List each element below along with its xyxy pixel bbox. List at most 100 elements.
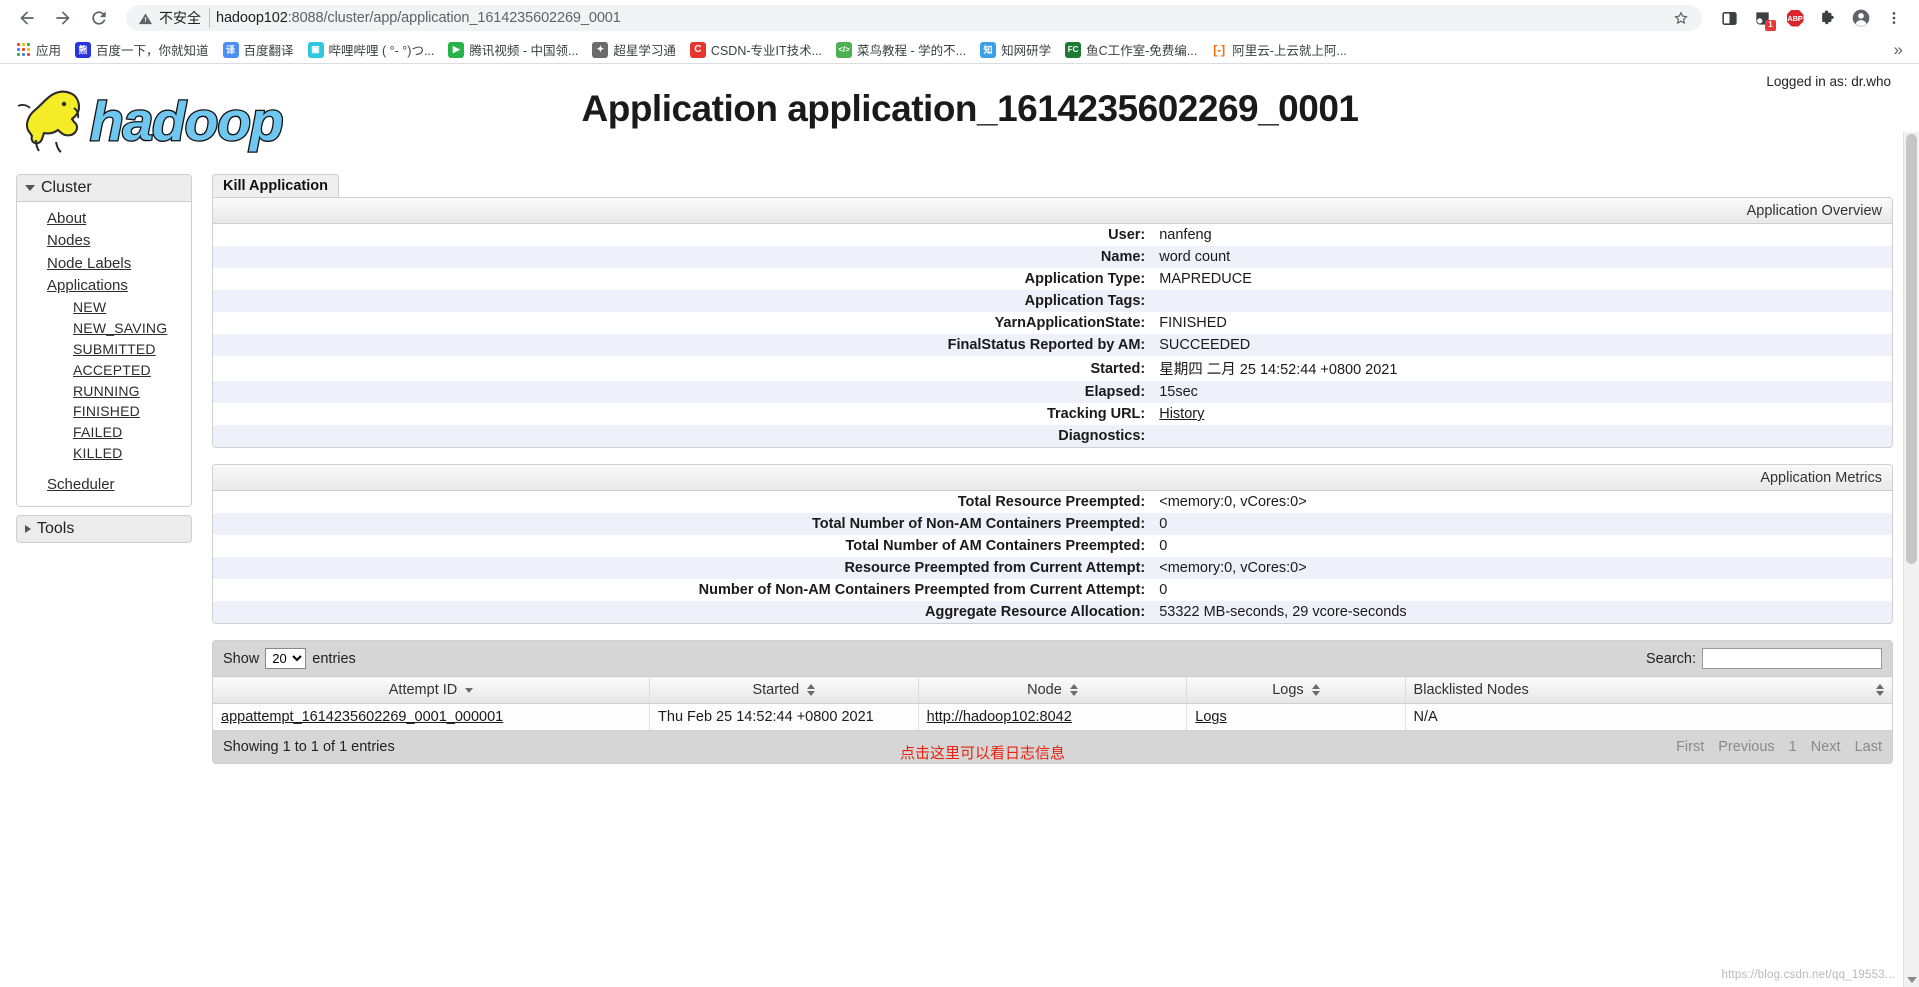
browser-chrome: 不安全 hadoop102:8088/cluster/app/applicati…	[0, 0, 1919, 64]
chaoxing-icon: ✦	[592, 41, 609, 58]
table-row: appattempt_1614235602269_0001_000001 Thu…	[213, 703, 1892, 730]
row-key: Name:	[1100, 249, 1146, 265]
fishc-icon: FC	[1065, 41, 1082, 58]
column-header-logs[interactable]: Logs	[1186, 676, 1406, 704]
pagination-next[interactable]: Next	[1811, 739, 1841, 755]
bookmark-item-baidu-translate[interactable]: 译 百度翻译	[216, 37, 301, 62]
sidebar-item-new-saving[interactable]: NEW_SAVING	[17, 318, 191, 339]
sidebar-item-nodes[interactable]: Nodes	[17, 230, 191, 252]
sidebar-section-tools[interactable]: Tools	[16, 515, 192, 544]
profile-avatar-icon[interactable]	[1846, 3, 1876, 33]
sidebar-item-about[interactable]: About	[17, 208, 191, 230]
baidu-icon: 熊	[75, 41, 92, 58]
extension-badge-icon[interactable]: 1	[1747, 3, 1777, 33]
vertical-scrollbar[interactable]	[1903, 132, 1919, 987]
column-header-node[interactable]: Node	[918, 676, 1188, 704]
chevron-down-icon	[25, 185, 35, 191]
column-label: Logs	[1272, 682, 1304, 698]
column-header-attempt-id[interactable]: Attempt ID	[213, 676, 651, 704]
extensions-puzzle-icon[interactable]	[1813, 3, 1843, 33]
sidebar-item-scheduler[interactable]: Scheduler	[17, 474, 191, 496]
bookmarks-bar: 应用 熊 百度一下，你就知道 译 百度翻译 ▣ 哔哩哔哩 ( °- °)つ...…	[0, 36, 1919, 64]
hadoop-logo[interactable]: hadoop	[12, 78, 330, 156]
table-row: Diagnostics:	[213, 425, 1892, 447]
bookmark-label: 鱼C工作室-免费编...	[1086, 44, 1198, 58]
tab-kill-application[interactable]: Kill Application	[212, 174, 339, 197]
svg-text:hadoop: hadoop	[90, 90, 283, 152]
logged-in-as: Logged in as: dr.who	[1766, 74, 1891, 89]
sidebar-item-new[interactable]: NEW	[17, 297, 191, 318]
column-header-blacklisted-nodes[interactable]: Blacklisted Nodes	[1405, 676, 1892, 704]
row-value: 15sec	[1159, 384, 1198, 400]
sidebar-item-killed[interactable]: KILLED	[17, 443, 191, 464]
bookmark-item-cnki[interactable]: 知 知网研学	[973, 37, 1058, 62]
tracking-url-link[interactable]: History	[1159, 406, 1204, 422]
pagination-page-1[interactable]: 1	[1789, 739, 1797, 755]
annotation-note: 点击这里可以看日志信息	[900, 745, 1066, 762]
row-value: <memory:0, vCores:0>	[1159, 560, 1307, 576]
bookmark-label: 超星学习通	[613, 44, 676, 58]
adblock-plus-icon[interactable]: ABP	[1780, 3, 1810, 33]
bookmark-label: 菜鸟教程 - 学的不...	[857, 44, 967, 58]
bookmark-label: 百度翻译	[243, 44, 294, 58]
bookmark-item-apps[interactable]: 应用	[8, 37, 68, 62]
table-row: Application Type: MAPREDUCE	[213, 268, 1892, 290]
sidebar-section-cluster[interactable]: Cluster	[16, 174, 192, 202]
url-port: :8088	[287, 10, 324, 26]
search-input[interactable]	[1702, 648, 1882, 669]
logs-link[interactable]: Logs	[1195, 709, 1226, 725]
bookmark-star-icon[interactable]	[1672, 9, 1690, 27]
sidebar-item-node-labels[interactable]: Node Labels	[17, 253, 191, 275]
bookmarks-overflow-icon[interactable]: »	[1886, 40, 1911, 60]
application-overview-table: User: nanfeng Name: word count Applicati…	[213, 224, 1892, 447]
forward-arrow-icon[interactable]	[46, 1, 80, 35]
datatable-controls: Show 20 entries Search:	[213, 641, 1892, 676]
pagination-first[interactable]: First	[1676, 739, 1704, 755]
omnibox-row: 不安全 hadoop102:8088/cluster/app/applicati…	[0, 0, 1919, 36]
pagination-previous[interactable]: Previous	[1718, 739, 1774, 755]
sidebar-item-finished[interactable]: FINISHED	[17, 401, 191, 422]
sidebar-item-submitted[interactable]: SUBMITTED	[17, 339, 191, 360]
pagination-last[interactable]: Last	[1855, 739, 1882, 755]
application-overview-panel: Application Overview User: nanfeng Name:…	[212, 197, 1893, 448]
row-key: Application Tags:	[1024, 293, 1146, 309]
row-key: FinalStatus Reported by AM:	[947, 337, 1146, 353]
pagination: First Previous 1 Next Last	[1676, 739, 1882, 755]
page-size-select[interactable]: 20	[265, 648, 307, 669]
reload-icon[interactable]	[82, 1, 116, 35]
sidebar-extension-icon[interactable]	[1714, 3, 1744, 33]
sidebar-item-running[interactable]: RUNNING	[17, 381, 191, 402]
bookmark-item-chaoxing[interactable]: ✦ 超星学习通	[585, 37, 683, 62]
bookmark-item-fishc[interactable]: FC 鱼C工作室-免费编...	[1058, 37, 1204, 62]
bookmark-item-runoob[interactable]: </> 菜鸟教程 - 学的不...	[829, 37, 973, 62]
sidebar-item-failed[interactable]: FAILED	[17, 422, 191, 443]
row-key: Number of Non-AM Containers Preempted fr…	[698, 582, 1146, 598]
table-row: Total Resource Preempted: <memory:0, vCo…	[213, 491, 1892, 513]
table-row: Tracking URL: History	[213, 403, 1892, 425]
bookmark-item-tencent-video[interactable]: ▶ 腾讯视频 - 中国领...	[441, 37, 585, 62]
bookmark-label: 哔哩哔哩 ( °- °)つ...	[328, 44, 435, 58]
sidebar-item-applications[interactable]: Applications	[17, 275, 191, 297]
scroll-down-arrow-icon[interactable]	[1907, 977, 1917, 983]
bookmark-item-csdn[interactable]: C CSDN-专业IT技术...	[683, 37, 829, 62]
table-row: Total Number of Non-AM Containers Preemp…	[213, 513, 1892, 535]
row-value: nanfeng	[1159, 227, 1212, 243]
sort-desc-icon	[465, 687, 474, 693]
table-row: User: nanfeng	[213, 224, 1892, 246]
row-value: <memory:0, vCores:0>	[1159, 494, 1307, 510]
search-control: Search:	[1646, 648, 1882, 669]
node-link[interactable]: http://hadoop102:8042	[927, 709, 1072, 725]
bookmark-item-bilibili[interactable]: ▣ 哔哩哔哩 ( °- °)つ...	[301, 37, 442, 62]
bookmark-item-aliyun[interactable]: [-] 阿里云-上云就上阿...	[1204, 37, 1354, 62]
application-metrics-title: Application Metrics	[213, 465, 1892, 491]
address-bar[interactable]: 不安全 hadoop102:8088/cluster/app/applicati…	[126, 5, 1702, 31]
attempt-id-link[interactable]: appattempt_1614235602269_0001_000001	[221, 709, 503, 725]
chrome-menu-icon[interactable]	[1879, 3, 1909, 33]
bookmark-item-baidu[interactable]: 熊 百度一下，你就知道	[68, 37, 216, 62]
sidebar-item-accepted[interactable]: ACCEPTED	[17, 360, 191, 381]
back-arrow-icon[interactable]	[10, 1, 44, 35]
column-header-started[interactable]: Started	[649, 676, 919, 704]
scrollbar-thumb[interactable]	[1906, 134, 1917, 564]
table-row: Name: word count	[213, 246, 1892, 268]
row-key: Resource Preempted from Current Attempt:	[844, 560, 1146, 576]
